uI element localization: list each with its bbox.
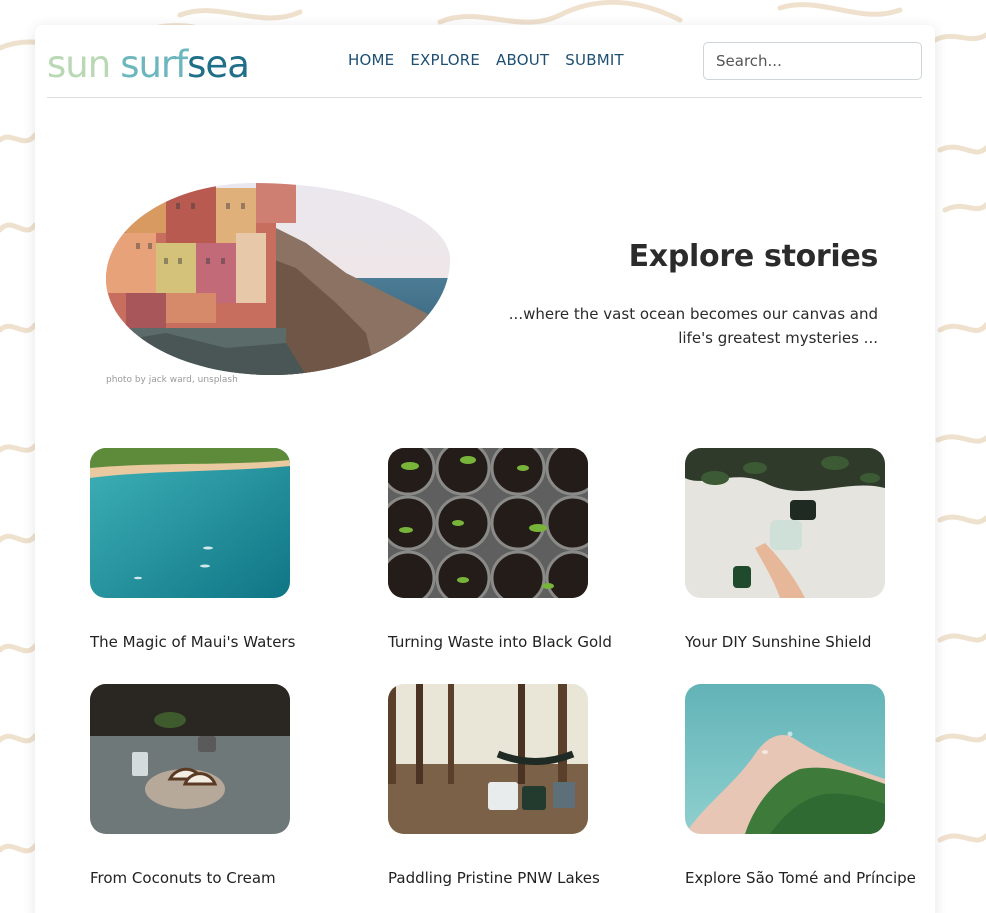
site-logo[interactable]: sun surf sea — [47, 39, 275, 83]
story-card[interactable]: Paddling Pristine PNW Lakes — [388, 684, 628, 887]
logo-word-sea: sea — [187, 43, 250, 86]
story-title[interactable]: Explore São Tomé and Príncipe — [685, 869, 916, 887]
story-title[interactable]: Your DIY Sunshine Shield — [685, 633, 871, 651]
story-image[interactable] — [685, 448, 885, 598]
story-image[interactable] — [90, 448, 290, 598]
page-card: sun surf sea HOME EXPLORE ABOUT SUBMIT S… — [35, 25, 935, 913]
page-title: Explore stories — [628, 239, 879, 274]
story-card[interactable]: From Coconuts to Cream — [90, 684, 330, 887]
photo-credit: photo by jack ward, unsplash — [106, 375, 238, 385]
story-image[interactable] — [388, 448, 588, 598]
story-title[interactable]: The Magic of Maui's Waters — [90, 633, 295, 651]
story-title[interactable]: Paddling Pristine PNW Lakes — [388, 869, 600, 887]
nav-about[interactable]: ABOUT — [496, 51, 549, 69]
story-title[interactable]: Turning Waste into Black Gold — [388, 633, 612, 651]
logo-word-surf: surf — [120, 43, 188, 86]
nav-home[interactable]: HOME — [348, 51, 394, 69]
search-input[interactable] — [703, 42, 922, 80]
story-image[interactable] — [388, 684, 588, 834]
story-card[interactable]: The Magic of Maui's Waters — [90, 448, 330, 651]
story-image[interactable] — [90, 684, 290, 834]
logo-word-sun: sun — [47, 43, 111, 86]
story-image[interactable] — [685, 684, 885, 834]
story-card[interactable]: Explore São Tomé and Príncipe — [685, 684, 925, 887]
story-title[interactable]: From Coconuts to Cream — [90, 869, 276, 887]
main-nav: HOME EXPLORE ABOUT SUBMIT — [348, 51, 624, 69]
story-card[interactable]: Turning Waste into Black Gold — [388, 448, 628, 651]
page-subtitle: ...where the vast ocean becomes our canv… — [508, 305, 878, 347]
nav-explore[interactable]: EXPLORE — [410, 51, 480, 69]
hero-image — [106, 183, 450, 375]
nav-submit[interactable]: SUBMIT — [565, 51, 624, 69]
story-card[interactable]: Your DIY Sunshine Shield — [685, 448, 925, 651]
site-header: sun surf sea HOME EXPLORE ABOUT SUBMIT — [47, 25, 922, 98]
